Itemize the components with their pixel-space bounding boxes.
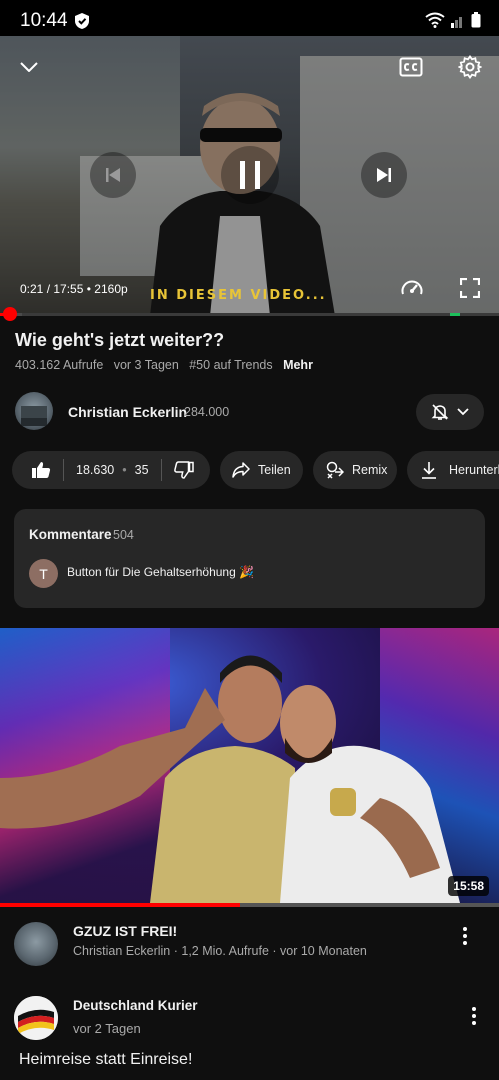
channel-name[interactable]: Christian Eckerlin: [68, 404, 187, 420]
shield-vpn-icon: [75, 13, 89, 29]
pill-divider: [63, 459, 64, 481]
time-total: 17:55: [53, 282, 84, 296]
view-count: 403.162 Aufrufe: [15, 358, 104, 372]
playback-speed-icon: [401, 280, 423, 295]
flag-logo: [14, 996, 58, 1040]
pause-icon: [240, 161, 260, 189]
pause-button[interactable]: [221, 146, 279, 204]
next-video-title[interactable]: GZUZ IST FREI!: [73, 923, 177, 939]
quality-label: 2160p: [94, 282, 128, 296]
more-vert-icon: [472, 1007, 476, 1025]
download-label: Herunterl: [449, 463, 499, 477]
comments-count: 504: [113, 528, 134, 542]
thumbs-down-icon: [173, 461, 194, 479]
remix-button[interactable]: Remix: [313, 451, 397, 489]
trend-rank: #50 auf Trends: [189, 358, 273, 372]
thumbnail-people: [0, 655, 460, 903]
video-player[interactable]: 0:21 / 17:55 • 2160p IN DIESEM VIDEO...: [0, 36, 499, 314]
next-video-menu-button[interactable]: [453, 924, 477, 948]
status-bar: 10:44: [0, 0, 499, 40]
time-display: 0:21 / 17:55 • 2160p: [20, 282, 128, 296]
next-button[interactable]: [361, 152, 407, 198]
resume-progress-fill: [0, 903, 240, 907]
download-icon: [422, 462, 436, 479]
share-button[interactable]: Teilen: [220, 451, 303, 489]
post-text: Heimreise statt Einreise!: [19, 1051, 193, 1068]
dislike-count: 35: [134, 463, 149, 477]
closed-captions-icon: [399, 57, 423, 77]
dislike-button[interactable]: [173, 461, 194, 479]
upload-age: vor 3 Tagen: [113, 358, 179, 372]
download-button[interactable]: Herunterl: [407, 451, 499, 489]
time-current: 0:21: [20, 282, 44, 296]
wifi-icon: [425, 12, 445, 28]
subscriber-count: 284.000: [184, 405, 230, 419]
like-button[interactable]: [31, 461, 51, 479]
captions-button[interactable]: [396, 52, 426, 82]
video-meta[interactable]: 403.162 Aufrufe vor 3 Tagen #50 auf Tren…: [15, 358, 313, 372]
signal-icon: [451, 17, 462, 28]
seek-bar[interactable]: [0, 307, 499, 321]
post-menu-button[interactable]: [462, 1004, 486, 1028]
previous-button[interactable]: [90, 152, 136, 198]
next-video-meta: Christian Eckerlin · 1,2 Mio. Aufrufe · …: [73, 944, 367, 958]
like-count: 18.630: [76, 463, 115, 477]
video-title[interactable]: Wie geht's jetzt weiter??: [15, 330, 224, 351]
commenter-avatar: T: [29, 559, 58, 588]
pill-divider: [160, 459, 162, 481]
channel-avatar[interactable]: [14, 922, 58, 966]
like-dislike-pill: 18.630 • 35: [12, 451, 210, 489]
bell-off-icon: [431, 404, 449, 420]
settings-button[interactable]: [455, 52, 485, 82]
next-video-item[interactable]: GZUZ IST FREI! Christian Eckerlin · 1,2 …: [14, 920, 489, 970]
status-time: 10:44: [20, 10, 68, 31]
post-channel-name[interactable]: Deutschland Kurier: [73, 998, 198, 1013]
system-icons: [425, 12, 481, 28]
comments-teaser[interactable]: Kommentare 504 T Button für Die Gehaltse…: [14, 509, 485, 608]
thumbs-up-icon: [32, 462, 51, 478]
minimize-button[interactable]: [14, 52, 44, 82]
fullscreen-icon: [460, 278, 480, 298]
battery-icon: [471, 12, 481, 28]
seek-bar-chapter-marker: [450, 313, 460, 316]
share-label: Teilen: [258, 463, 291, 477]
next-icon: [377, 168, 391, 182]
chevron-down-icon: [457, 408, 469, 416]
share-icon: [232, 462, 250, 478]
previous-icon: [106, 168, 120, 182]
playback-speed-button[interactable]: [398, 274, 426, 302]
more-link[interactable]: Mehr: [283, 358, 313, 372]
notification-settings-button[interactable]: [416, 394, 484, 430]
video-duration-badge: 15:58: [448, 876, 489, 896]
post-channel-avatar[interactable]: [14, 996, 58, 1040]
remix-label: Remix: [352, 463, 388, 477]
burned-in-caption: IN DIESEM VIDEO...: [150, 288, 327, 303]
fullscreen-button[interactable]: [456, 274, 484, 302]
top-comment-text: Button für Die Gehaltserhöhung 🎉: [67, 565, 255, 579]
settings-gear-icon: [458, 55, 482, 79]
separator-dot: •: [122, 463, 127, 477]
next-video-thumbnail[interactable]: 15:58: [0, 628, 499, 903]
post-age: vor 2 Tagen: [73, 1021, 141, 1036]
remix-icon: [326, 461, 344, 479]
channel-row[interactable]: Christian Eckerlin 284.000: [15, 392, 485, 432]
chevron-down-icon: [20, 62, 38, 72]
more-vert-icon: [463, 927, 467, 945]
channel-avatar[interactable]: [15, 392, 53, 430]
comments-heading: Kommentare: [29, 527, 112, 542]
action-bar: 18.630 • 35 Teilen Remix Herunterl: [12, 451, 499, 489]
resume-progress-bar: [0, 903, 499, 907]
seek-bar-handle[interactable]: [2, 307, 17, 321]
avatar-image: [21, 406, 47, 426]
community-post[interactable]: Deutschland Kurier vor 2 Tagen Heimreise…: [14, 994, 489, 1080]
